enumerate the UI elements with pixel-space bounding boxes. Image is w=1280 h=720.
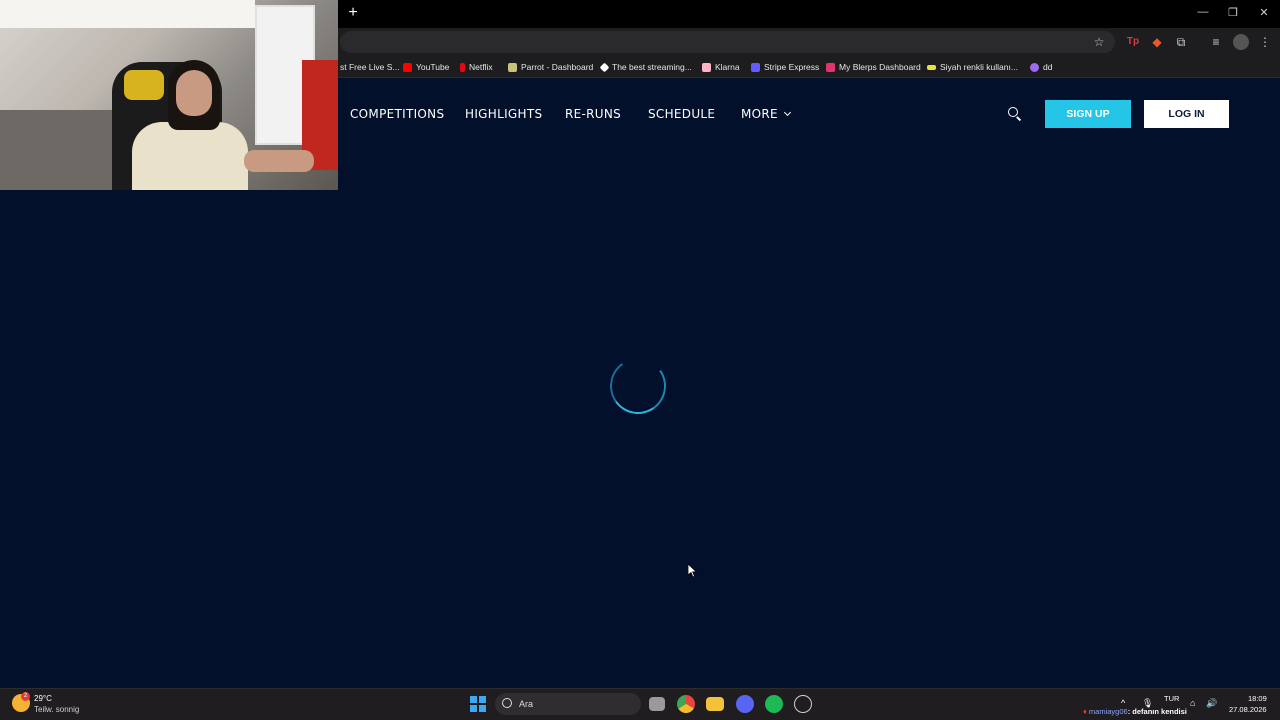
address-bar[interactable]	[340, 31, 1115, 53]
bookmark-item[interactable]: YouTube	[403, 60, 449, 74]
weather-badge: 2	[21, 692, 30, 701]
keyboard-language[interactable]: TUR	[1164, 694, 1179, 703]
nav-more[interactable]: MORE	[741, 107, 791, 121]
bookmark-item[interactable]: Parrot - Dashboard	[508, 60, 593, 74]
chrome-icon[interactable]	[677, 695, 695, 713]
bookmark-item[interactable]: Siyah renkli kullanı...	[927, 60, 1018, 74]
nav-competitions[interactable]: COMPETITIONS	[350, 107, 444, 121]
sign-up-button[interactable]: SIGN UP	[1045, 100, 1131, 128]
clock-time[interactable]: 18:09	[1248, 694, 1267, 703]
chat-message: : defanın kendisi	[1127, 707, 1187, 716]
nav-re-runs[interactable]: RE-RUNS	[565, 107, 621, 121]
chat-badge-icon: ♦	[1083, 707, 1087, 716]
blerp-icon	[826, 62, 835, 72]
search-icon[interactable]	[1008, 107, 1022, 121]
extension-icon[interactable]: Tp	[1125, 34, 1141, 50]
maximize-button[interactable]: ❐	[1223, 6, 1243, 19]
netflix-icon	[460, 62, 465, 72]
loading-spinner	[605, 353, 671, 419]
bookmark-item[interactable]: The best streaming...	[599, 60, 692, 74]
parrot-icon	[508, 62, 517, 72]
app-icon[interactable]	[794, 695, 812, 713]
bookmark-star-icon[interactable]: ☆	[1091, 34, 1107, 50]
klarna-icon	[702, 62, 711, 72]
task-view-icon[interactable]	[649, 697, 665, 711]
bookmark-favicon-icon	[1030, 62, 1039, 72]
close-window-button[interactable]: ✕	[1254, 6, 1274, 19]
bookmark-item[interactable]: dd	[1030, 60, 1052, 74]
stripe-icon	[751, 62, 760, 72]
bookmark-item[interactable]: Stripe Express	[751, 60, 819, 74]
extension-icon[interactable]: ◆	[1149, 34, 1165, 50]
browser-menu-icon[interactable]: ⋮	[1257, 34, 1273, 50]
extensions-puzzle-icon[interactable]: ⧉	[1173, 34, 1189, 50]
chat-username: mamiayg06	[1088, 707, 1128, 716]
bookmark-item[interactable]: st Free Live S...	[340, 60, 400, 74]
taskbar-search-box[interactable]	[495, 693, 641, 715]
nav-highlights[interactable]: HIGHLIGHTS	[465, 107, 542, 121]
taskbar-search-placeholder: Ara	[519, 699, 534, 709]
search-icon	[502, 698, 512, 708]
nav-more-label: MORE	[741, 107, 778, 121]
webcam-overlay	[0, 0, 338, 190]
minimize-button[interactable]: —	[1193, 6, 1213, 18]
log-in-button[interactable]: LOG IN	[1144, 100, 1229, 128]
windows-start-icon[interactable]	[470, 696, 486, 712]
chevron-down-icon	[783, 108, 791, 117]
file-explorer-icon[interactable]	[706, 697, 724, 711]
clock-date[interactable]: 27.08.2026	[1229, 705, 1267, 714]
bookmark-item[interactable]: Klarna	[702, 60, 740, 74]
bookmark-item[interactable]: My Blerps Dashboard	[826, 60, 921, 74]
network-icon[interactable]: ⌂	[1190, 698, 1195, 708]
diamond-icon	[599, 62, 610, 72]
bookmark-item[interactable]: Netflix	[460, 60, 493, 74]
volume-icon[interactable]: 🔊	[1206, 698, 1217, 709]
youtube-icon	[403, 62, 412, 72]
weather-description[interactable]: Teilw. sonnig	[34, 705, 79, 714]
bookmark-favicon-icon	[927, 64, 936, 70]
nav-schedule[interactable]: SCHEDULE	[648, 107, 715, 121]
media-controls-icon[interactable]: ≡	[1208, 34, 1224, 50]
profile-avatar-icon[interactable]	[1233, 34, 1249, 50]
spotify-icon[interactable]	[765, 695, 783, 713]
discord-icon[interactable]	[736, 695, 754, 713]
new-tab-button[interactable]: +	[346, 5, 360, 21]
weather-temperature[interactable]: 29°C	[34, 694, 52, 703]
chat-overlay-user: ♦ mamiayg06: defanın kendisi	[1083, 707, 1187, 716]
